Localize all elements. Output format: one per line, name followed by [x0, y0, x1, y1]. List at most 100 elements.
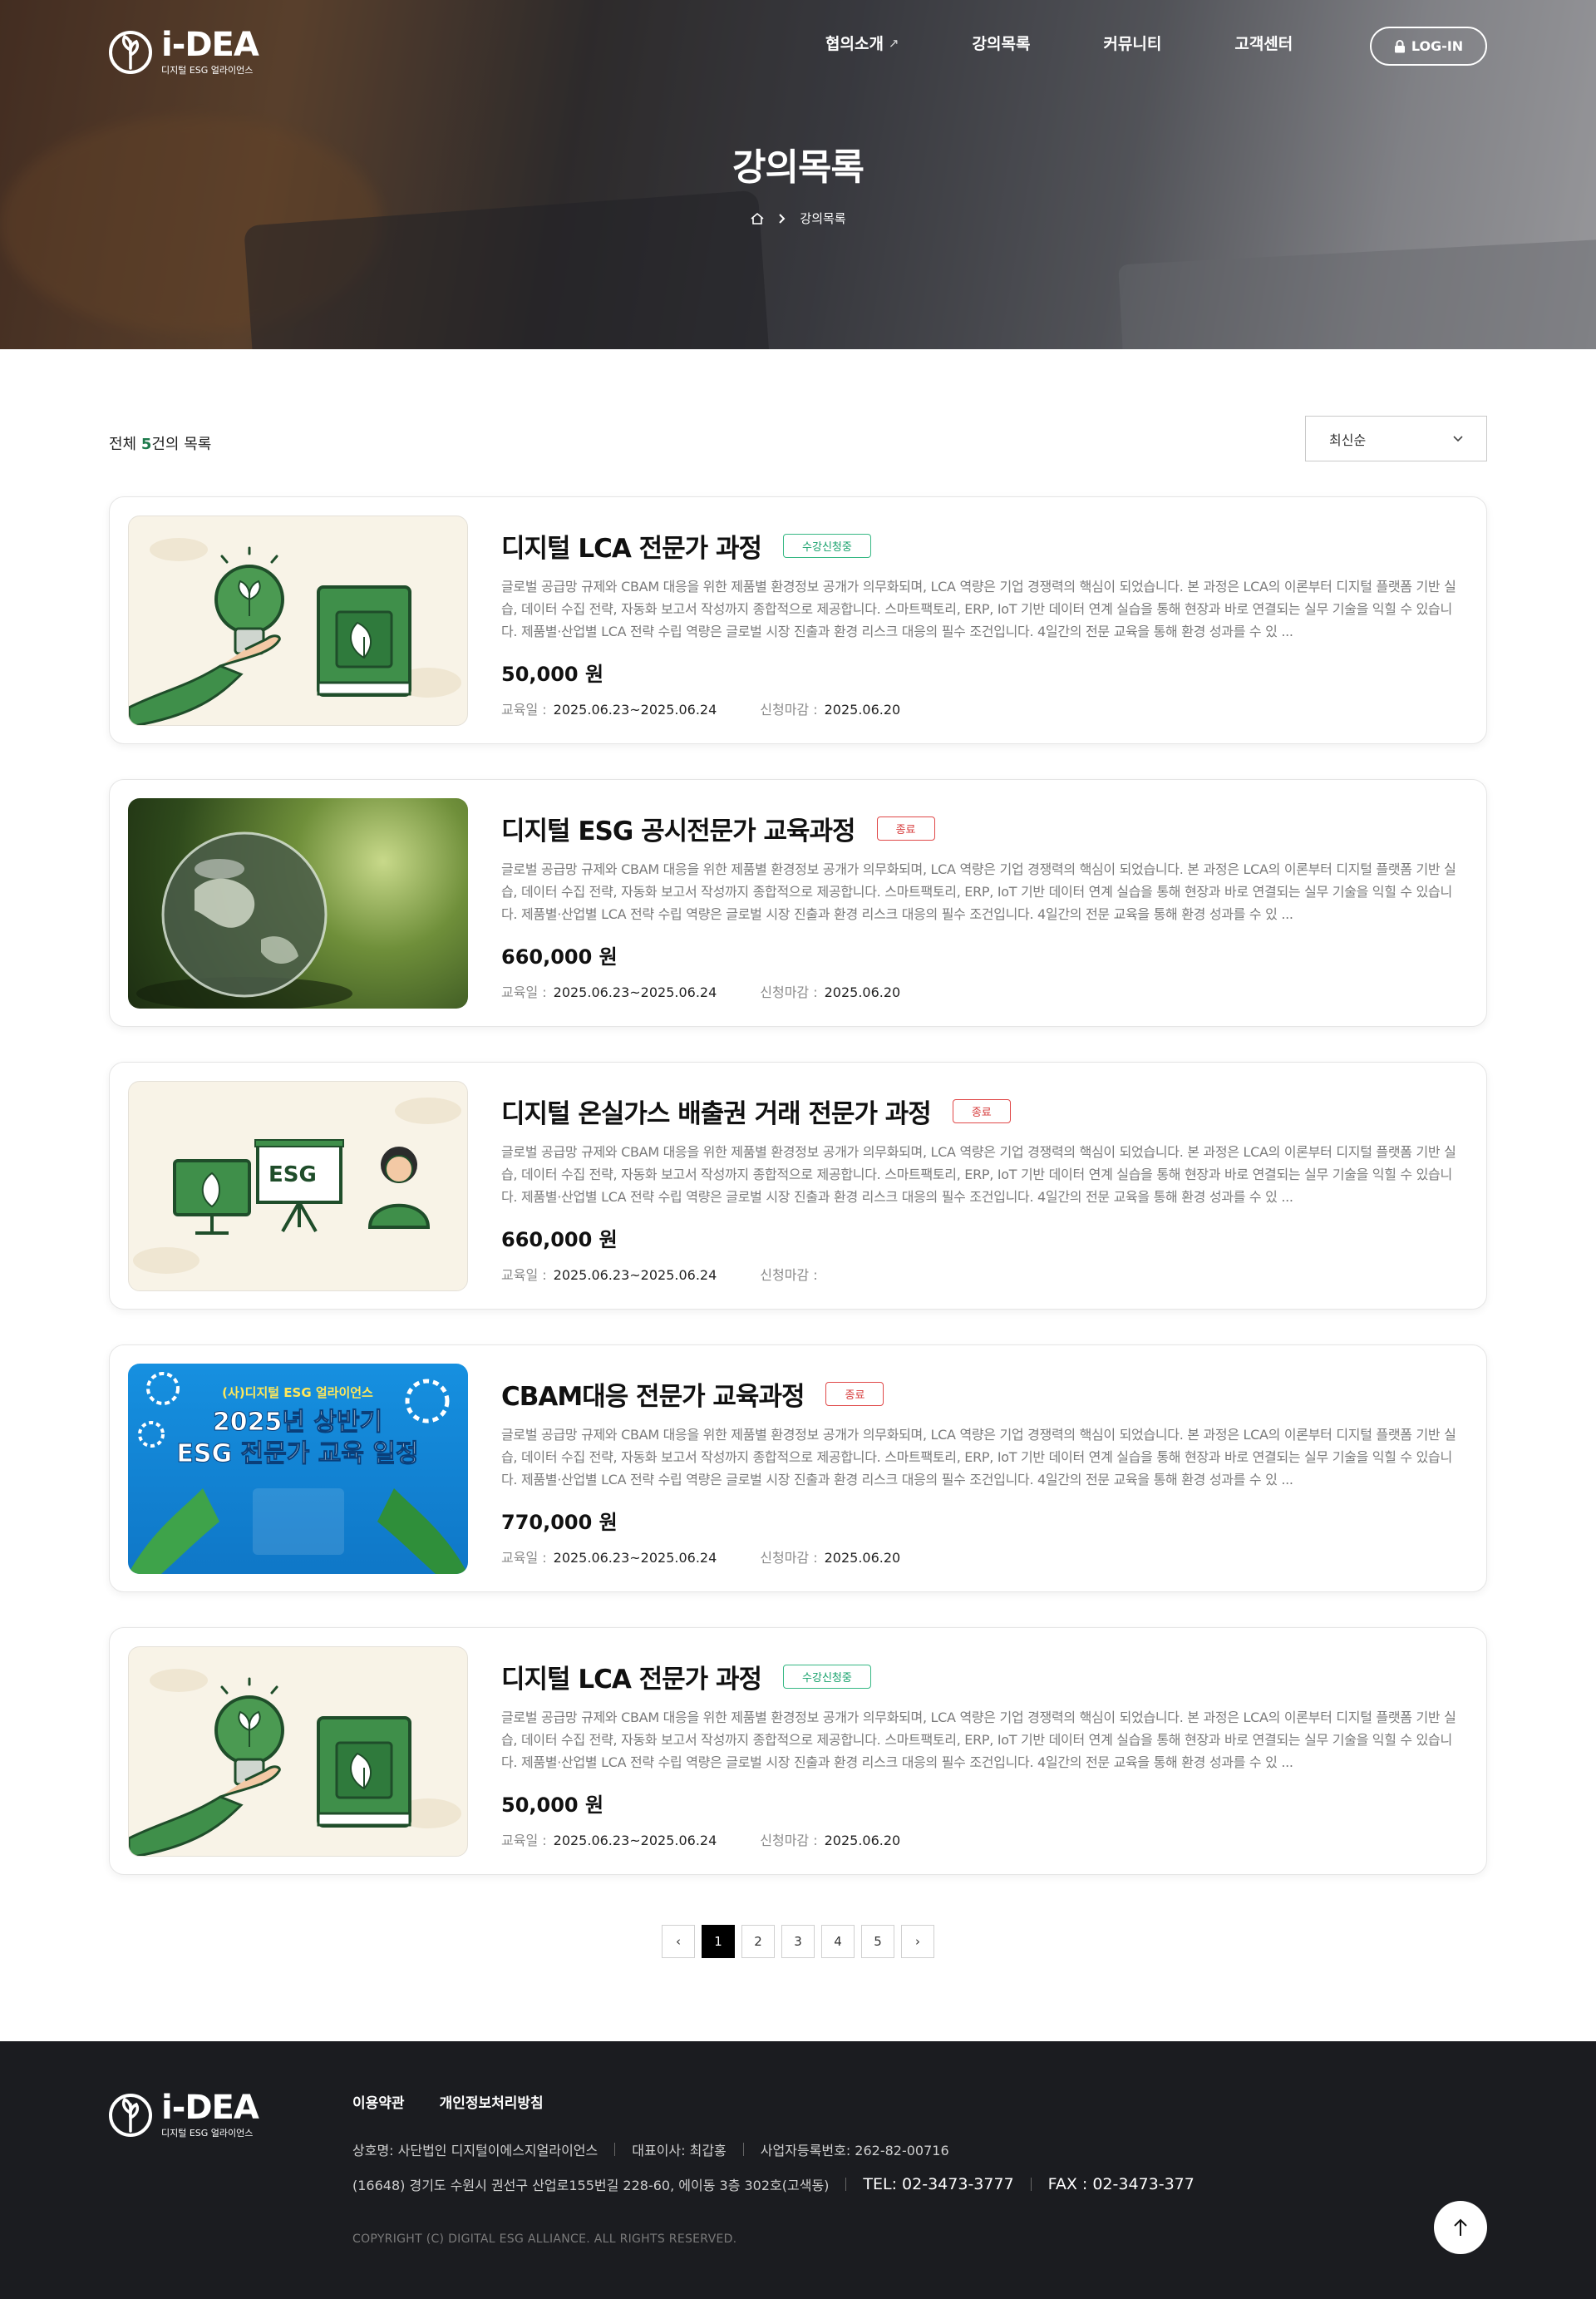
course-price: 50,000 원	[501, 663, 604, 686]
main-nav: 협의소개 ↗ 강의목록 커뮤니티 고객센터	[825, 32, 1366, 54]
page-button[interactable]: 3	[781, 1925, 815, 1958]
status-badge: 종료	[876, 816, 935, 841]
course-title[interactable]: 디지털 ESG 공시전문가 교육과정	[501, 810, 856, 847]
breadcrumb-current: 강의목록	[800, 211, 846, 226]
esg-presentation-illustration: ESG	[133, 1098, 461, 1274]
brand-subtitle: 디지털 ESG 얼라이언스	[161, 2128, 254, 2139]
chevron-down-icon	[1453, 435, 1463, 442]
course-description: 글로벌 공급망 규제와 CBAM 대응을 위한 제품별 환경정보 공개가 의무화…	[501, 1709, 1456, 1770]
lock-icon	[1394, 39, 1405, 52]
course-title[interactable]: 디지털 온실가스 배출권 거래 전문가 과정	[501, 1093, 932, 1130]
deadline-label: 신청마감 :	[760, 702, 818, 718]
course-price: 770,000 원	[501, 1511, 618, 1534]
edu-date-label: 교육일 :	[501, 1267, 547, 1283]
deadline-label: 신청마감 :	[760, 1267, 818, 1283]
nav-item-about[interactable]: 협의소개 ↗	[825, 32, 899, 54]
page-title: 강의목록	[732, 146, 864, 189]
footer-logo[interactable]: i-DEA 디지털 ESG 얼라이언스	[108, 2091, 259, 2139]
phone-number: TEL: 02-3473-3777	[863, 2175, 1014, 2193]
deadline-field: 신청마감 : 2025.06.20	[760, 981, 900, 1001]
deadline-value: 2025.06.20	[824, 702, 901, 718]
course-title[interactable]: CBAM대응 전문가 교육과정	[501, 1375, 805, 1413]
page-button[interactable]: 2	[741, 1925, 775, 1958]
page-button[interactable]: 4	[821, 1925, 855, 1958]
next-page-button[interactable]: ›	[901, 1925, 934, 1958]
ceo-name: 대표이사: 최갑홍	[632, 2143, 727, 2158]
course-thumbnail[interactable]: (사)디지털 ESG 얼라이언스 2025년 상반기 ESG 전문가 교육 일정	[128, 1364, 468, 1574]
course-description: 글로벌 공급망 규제와 CBAM 대응을 위한 제품별 환경정보 공개가 의무화…	[501, 579, 1456, 639]
company-address: (16648) 경기도 수원시 권선구 산업로155번길 228-60, 에이동…	[352, 2178, 830, 2193]
copyright: COPYRIGHT (C) DIGITAL ESG ALLIANCE. ALL …	[352, 2232, 737, 2246]
contact-info: (16648) 경기도 수원시 권선구 산업로155번길 228-60, 에이동…	[352, 2174, 1195, 2194]
pagination: ‹ 1 2 3 4 5 ›	[662, 1925, 934, 1958]
edu-date-field: 교육일 : 2025.06.23~2025.06.24	[501, 698, 717, 718]
status-badge: 종료	[952, 1098, 1011, 1123]
course-card[interactable]: 디지털 LCA 전문가 과정 수강신청중 글로벌 공급망 규제와 CBAM 대응…	[109, 1627, 1487, 1875]
course-card[interactable]: 디지털 LCA 전문가 과정 수강신청중 글로벌 공급망 규제와 CBAM 대응…	[109, 496, 1487, 744]
course-meta: 교육일 : 2025.06.23~2025.06.24 신청마감 :	[501, 1264, 1465, 1284]
privacy-link[interactable]: 개인정보처리방침	[440, 2091, 544, 2112]
arrow-up-icon	[1454, 2218, 1467, 2236]
course-title[interactable]: 디지털 LCA 전문가 과정	[501, 1658, 762, 1695]
page-button[interactable]: 1	[702, 1925, 735, 1958]
brand-name: i-DEA	[161, 26, 259, 64]
course-card[interactable]: (사)디지털 ESG 얼라이언스 2025년 상반기 ESG 전문가 교육 일정…	[109, 1344, 1487, 1592]
scroll-to-top-button[interactable]	[1434, 2201, 1487, 2254]
course-thumbnail[interactable]	[128, 1646, 468, 1857]
lightbulb-book-illustration	[129, 538, 461, 725]
login-button[interactable]: LOG-IN	[1370, 27, 1487, 66]
leaf-logo-icon	[109, 31, 152, 74]
nav-label: 커뮤니티	[1103, 35, 1162, 53]
deadline-field: 신청마감 : 2025.06.20	[760, 698, 900, 718]
company-name: 상호명: 사단법인 디지털이에스지얼라이언스	[352, 2143, 598, 2158]
page-button[interactable]: 5	[861, 1925, 894, 1958]
home-icon[interactable]	[750, 212, 765, 225]
deadline-value: 2025.06.20	[824, 1550, 901, 1566]
course-meta: 교육일 : 2025.06.23~2025.06.24 신청마감 : 2025.06…	[501, 1829, 1465, 1849]
course-meta: 교육일 : 2025.06.23~2025.06.24 신청마감 : 2025.06…	[501, 981, 1465, 1001]
course-title[interactable]: 디지털 LCA 전문가 과정	[501, 527, 762, 565]
course-thumbnail[interactable]	[128, 798, 468, 1009]
nav-item-community[interactable]: 커뮤니티	[1103, 32, 1161, 54]
edu-date-value: 2025.06.23~2025.06.24	[553, 984, 717, 1000]
lightbulb-book-illustration	[129, 1669, 461, 1856]
sort-selected-label: 최신순	[1329, 432, 1367, 448]
business-number: 사업자등록번호: 262-82-00716	[760, 2143, 949, 2158]
course-price: 660,000 원	[501, 945, 618, 969]
deadline-field: 신청마감 :	[760, 1264, 824, 1284]
divider	[1030, 2178, 1032, 2191]
chevron-right-icon	[779, 213, 786, 224]
breadcrumb: 강의목록	[0, 210, 1596, 227]
terms-link[interactable]: 이용약관	[352, 2091, 405, 2112]
edu-date-label: 교육일 :	[501, 1833, 547, 1848]
course-card[interactable]: ESG 디지털 온실가스 배출권 거래 전문가 과정 종료 글로벌 공급망 규제…	[109, 1062, 1487, 1310]
prev-page-button[interactable]: ‹	[662, 1925, 695, 1958]
deadline-field: 신청마감 : 2025.06.20	[760, 1547, 900, 1566]
nav-item-support[interactable]: 고객센터	[1234, 32, 1293, 54]
fax-number: FAX : 02-3473-377	[1047, 2175, 1195, 2193]
poster-org-text: (사)디지털 ESG 얼라이언스	[222, 1385, 373, 1400]
course-thumbnail[interactable]	[128, 516, 468, 726]
edu-date-field: 교육일 : 2025.06.23~2025.06.24	[501, 1547, 717, 1566]
status-badge: 종료	[825, 1381, 884, 1406]
course-card[interactable]: 디지털 ESG 공시전문가 교육과정 종료 글로벌 공급망 규제와 CBAM 대…	[109, 779, 1487, 1027]
edu-date-label: 교육일 :	[501, 1550, 547, 1566]
sort-select[interactable]: 최신순	[1305, 416, 1487, 461]
nav-label: 강의목록	[972, 35, 1031, 53]
edu-date-field: 교육일 : 2025.06.23~2025.06.24	[501, 1829, 717, 1849]
course-thumbnail[interactable]: ESG	[128, 1081, 468, 1291]
login-label: LOG-IN	[1411, 38, 1464, 54]
count-prefix: 전체	[109, 436, 141, 453]
site-logo[interactable]: i-DEA 디지털 ESG 얼라이언스	[108, 28, 259, 76]
nav-label: 협의소개	[825, 35, 884, 53]
schedule-poster-image: (사)디지털 ESG 얼라이언스 2025년 상반기 ESG 전문가 교육 일정	[128, 1372, 468, 1574]
course-price: 660,000 원	[501, 1228, 618, 1251]
site-footer: i-DEA 디지털 ESG 얼라이언스 이용약관 개인정보처리방침 상호명: 사…	[0, 2041, 1596, 2299]
edu-date-label: 교육일 :	[501, 702, 547, 718]
nav-item-courses[interactable]: 강의목록	[973, 32, 1031, 54]
edu-date-field: 교육일 : 2025.06.23~2025.06.24	[501, 1264, 717, 1284]
deadline-value: 2025.06.20	[824, 1833, 901, 1848]
status-badge: 수강신청중	[783, 1664, 871, 1689]
edu-date-value: 2025.06.23~2025.06.24	[553, 702, 717, 718]
deadline-field: 신청마감 : 2025.06.20	[760, 1829, 900, 1849]
